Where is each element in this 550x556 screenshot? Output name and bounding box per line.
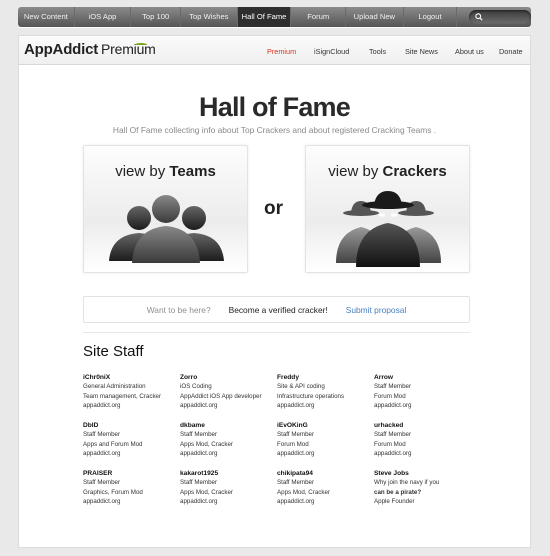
search-icon (475, 13, 483, 21)
staff-member-detail: appaddict.org (180, 498, 218, 506)
subnav-site-news[interactable]: Site News (405, 47, 455, 56)
staff-member: dkbame Staff Member Apps Mod, Cracker appad… (180, 421, 275, 459)
staff-member-detail: Forum Mod (374, 440, 406, 448)
staff-member-detail: Graphics, Forum Mod (83, 488, 143, 496)
logo-main-text: AppAddict (24, 41, 99, 58)
staff-member: iChr0niX General Administration Team manag… (83, 373, 178, 411)
or-separator: or (264, 198, 283, 219)
view-by-teams-card[interactable]: view by Teams (83, 145, 248, 273)
subnav-about-us[interactable]: About us (455, 47, 499, 56)
sub-navigation: Premium iSignCloud Tools Site News About us D… (267, 47, 530, 56)
staff-member-detail: appaddict.org (180, 450, 218, 458)
staff-member-name[interactable]: iChr0niX (83, 373, 178, 382)
staff-member-detail: appaddict.org (277, 498, 315, 506)
nav-item-hall-of-fame[interactable]: Hall Of Fame (237, 7, 292, 27)
nav-item-upload-new[interactable]: Upload New (346, 7, 404, 27)
staff-member-detail: appaddict.org (83, 402, 121, 410)
nav-item-ios-app[interactable]: iOS App (75, 7, 132, 27)
staff-member-detail: Infrastructure operations (277, 392, 345, 400)
staff-member-detail: Why join the navy if you (374, 479, 440, 487)
staff-member: Arrow Staff Member Forum Mod appaddict.org (374, 373, 469, 411)
staff-member-name[interactable]: urhacked (374, 421, 469, 430)
staff-member-detail: Apps Mod, Cracker (277, 488, 330, 496)
logo-sub-text: Premium (101, 41, 156, 57)
staff-member-detail: Apps and Forum Mod (83, 440, 143, 448)
staff-member-detail: Apple Founder (374, 498, 415, 506)
staff-member-detail: Site & API coding (277, 383, 325, 391)
staff-member-detail: appaddict.org (277, 450, 315, 458)
staff-member: PRAISER Staff Member Graphics, Forum Mod ap… (83, 469, 178, 507)
page-subtitle: Hall Of Fame collecting info about Top C… (112, 125, 437, 135)
staff-member-detail: appaddict.org (277, 402, 315, 410)
cta-statement: Become a verified cracker! (228, 304, 328, 315)
staff-member-detail: appaddict.org (83, 498, 121, 506)
staff-member-detail: appaddict.org (83, 450, 121, 458)
staff-member: chikipata94 Staff Member Apps Mod, Cracker… (277, 469, 372, 507)
view-by-crackers-card[interactable]: view by Crackers (305, 145, 470, 273)
staff-member: Zorro iOS Coding AppAddict iOS App develop… (180, 373, 275, 411)
search-input[interactable] (469, 10, 531, 24)
staff-member-name[interactable]: chikipata94 (277, 469, 372, 478)
site-logo[interactable]: AppAddict Premium (24, 41, 156, 58)
site-staff-heading: Site Staff (83, 343, 144, 360)
staff-member-name[interactable]: kakarot1925 (180, 469, 275, 478)
staff-member-detail: Staff Member (277, 479, 315, 487)
staff-member-name[interactable]: Freddy (277, 373, 372, 382)
logo-accent-mark (135, 43, 147, 46)
teams-card-title: view by Teams (115, 163, 216, 180)
staff-member-detail: AppAddict iOS App developer (180, 392, 262, 400)
subnav-donate[interactable]: Donate (499, 47, 530, 56)
staff-member-detail: appaddict.org (180, 402, 218, 410)
staff-member-detail: General Administration (83, 383, 146, 391)
staff-member-detail: Team management, Cracker (83, 392, 162, 400)
staff-member: kakarot1925 Staff Member Apps Mod, Cracker… (180, 469, 275, 507)
section-divider (83, 332, 470, 333)
top-navigation: New Content iOS App Top 100 Top Wishes Hall … (18, 7, 531, 27)
staff-member-detail: Forum Mod (374, 392, 406, 400)
staff-member-detail: iOS Coding (180, 383, 212, 391)
staff-member-detail: Staff Member (83, 431, 121, 439)
nav-item-top-100[interactable]: Top 100 (131, 7, 182, 27)
submit-proposal-link[interactable]: Submit proposal (346, 305, 407, 315)
nav-item-new-content[interactable]: New Content (18, 7, 75, 27)
staff-member-detail: Staff Member (180, 431, 218, 439)
staff-member-name[interactable]: Steve Jobs (374, 469, 469, 478)
staff-member: DbID Staff Member Apps and Forum Mod appadd… (83, 421, 178, 459)
staff-member-detail: Apps Mod, Cracker (180, 440, 233, 448)
staff-member-detail: Staff Member (374, 383, 412, 391)
staff-member-name[interactable]: Zorro (180, 373, 275, 382)
staff-member-detail: Staff Member (180, 479, 218, 487)
staff-member: Freddy Site & API coding Infrastructure op… (277, 373, 372, 411)
staff-member-name[interactable]: DbID (83, 421, 178, 430)
staff-member-detail: appaddict.org (374, 450, 412, 458)
staff-member: urhacked Staff Member Forum Mod appaddict.o… (374, 421, 469, 459)
team-silhouette-icon (109, 195, 224, 263)
cta-question: Want to be here? (146, 304, 211, 315)
page-panel: AppAddict Premium Premium iSignCloud Tools S… (18, 35, 531, 548)
staff-member-name[interactable]: Arrow (374, 373, 469, 382)
staff-member-detail: Staff Member (277, 431, 315, 439)
crackers-card-title: view by Crackers (328, 163, 447, 180)
staff-member-detail: Staff Member (83, 479, 121, 487)
site-header: AppAddict Premium Premium iSignCloud Tools S… (19, 36, 530, 65)
nav-item-top-wishes[interactable]: Top Wishes (181, 7, 238, 27)
staff-member: iEvOKinG Staff Member Forum Mod appaddict.o… (277, 421, 372, 459)
staff-member-detail: can be a pirate? (374, 488, 422, 496)
staff-member-name[interactable]: dkbame (180, 421, 275, 430)
hooded-crackers-icon (336, 191, 441, 267)
page-title: Hall of Fame (199, 92, 351, 122)
staff-member-name[interactable]: iEvOKinG (277, 421, 372, 430)
nav-item-forum[interactable]: Forum (291, 7, 347, 27)
subnav-tools[interactable]: Tools (369, 47, 405, 56)
staff-member-detail: Apps Mod, Cracker (180, 488, 233, 496)
staff-member-name[interactable]: PRAISER (83, 469, 178, 478)
staff-member: Steve Jobs Why join the navy if you can be… (374, 469, 469, 507)
subnav-isigncloud[interactable]: iSignCloud (314, 47, 369, 56)
staff-member-detail: Staff Member (374, 431, 412, 439)
nav-item-logout[interactable]: Logout (404, 7, 458, 27)
become-cracker-banner: Want to be here? Become a verified crack… (83, 296, 470, 323)
staff-member-detail: appaddict.org (374, 402, 412, 410)
subnav-premium[interactable]: Premium (267, 47, 314, 56)
staff-member-detail: Forum Mod (277, 440, 309, 448)
